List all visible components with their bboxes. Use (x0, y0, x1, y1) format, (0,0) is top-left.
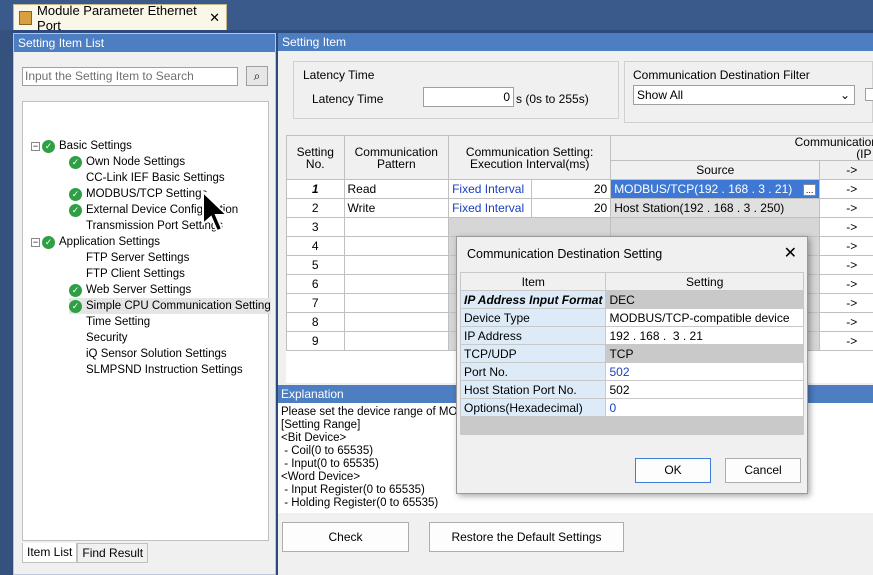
close-tab-icon[interactable]: ✕ (209, 10, 220, 26)
header-interval: Communication Setting: Execution Interva… (448, 135, 612, 180)
document-tab-title: Module Parameter Ethernet Port (37, 2, 197, 33)
chevron-down-icon: ⌄ (839, 88, 850, 102)
side-strip (0, 30, 12, 575)
check-icon: ✓ (42, 235, 55, 249)
header-pattern: Communication Pattern (343, 135, 450, 180)
setting-tree: − ✓ Basic Settings ✓ Own Node Settings CC-L… (22, 101, 271, 541)
browse-button[interactable]: ... (802, 184, 817, 196)
tab-find-result[interactable]: Find Result (77, 543, 149, 563)
filter-select[interactable]: Show All ⌄ (633, 85, 855, 105)
check-icon: ✓ (69, 283, 82, 297)
row-pattern[interactable]: Read (343, 179, 450, 199)
row-arrow: -> (819, 198, 873, 218)
header-item: Item (459, 272, 607, 291)
row-source[interactable]: Host Station(192 . 168 . 3 . 250) (610, 198, 821, 218)
value-port-no[interactable]: 502 (605, 362, 804, 381)
value-ip-format[interactable]: DEC (605, 290, 804, 309)
value-device-type[interactable]: MODBUS/TCP-compatible device (605, 308, 804, 327)
tree-item-time-setting[interactable]: Time Setting (86, 314, 150, 330)
document-tab[interactable]: Module Parameter Ethernet Port ✕ (13, 2, 227, 33)
item-options: Options(Hexadecimal) (459, 398, 607, 417)
row-ms[interactable]: 20 (530, 179, 612, 199)
filter-group-title: Communication Destination Filter (633, 68, 810, 82)
filter-checkbox[interactable] (865, 88, 873, 101)
value-options[interactable]: 0 (605, 398, 804, 417)
setting-item-list-title: Setting Item List (14, 34, 275, 52)
row-no: 1 (286, 179, 345, 199)
tree-item-application-settings[interactable]: − ✓ Application Settings (31, 234, 160, 250)
row-pattern[interactable]: Write (343, 198, 450, 218)
row-no: 3 (286, 217, 345, 237)
tree-item-ftp-client[interactable]: FTP Client Settings (86, 266, 185, 282)
tree-item-ftp-server[interactable]: FTP Server Settings (86, 250, 189, 266)
row-source[interactable]: MODBUS/TCP(192 . 168 . 3 . 21)... (610, 179, 821, 199)
tree-item-cclink[interactable]: CC-Link IEF Basic Settings (86, 170, 225, 186)
item-ip-format: IP Address Input Format (459, 290, 607, 309)
filter-select-value: Show All (637, 88, 684, 102)
row-no: 2 (286, 198, 345, 218)
item-tcp-udp: TCP/UDP (459, 344, 607, 363)
header-destination: Communication Destina (IP Address) (610, 135, 873, 161)
header-arrow: -> (819, 160, 873, 180)
check-icon: ✓ (69, 203, 82, 217)
value-ip-address[interactable]: 192 . 168 . 3 . 21 (605, 326, 804, 345)
latency-label: Latency Time (312, 92, 384, 106)
latency-unit: s (0s to 255s) (516, 92, 589, 106)
row-no: 7 (286, 293, 345, 313)
search-input[interactable]: Input the Setting Item to Search (22, 67, 238, 86)
setting-item-list-panel: Setting Item List Input the Setting Item… (13, 33, 276, 575)
tree-item-web-server[interactable]: ✓ Web Server Settings (69, 282, 191, 298)
filter-group: Communication Destination Filter Show Al… (624, 61, 873, 123)
item-host-port: Host Station Port No. (459, 380, 607, 399)
module-icon (19, 10, 33, 25)
restore-defaults-button[interactable]: Restore the Default Settings (429, 522, 624, 552)
collapse-icon[interactable]: − (31, 141, 40, 151)
collapse-icon[interactable]: − (31, 237, 40, 247)
latency-group-title: Latency Time (303, 68, 375, 82)
cancel-button[interactable]: Cancel (725, 458, 801, 483)
left-bottom-tabs: Item List Find Result (22, 543, 149, 565)
header-setting: Setting (605, 272, 804, 291)
mouse-cursor-icon (202, 190, 230, 233)
check-icon: ✓ (42, 139, 55, 153)
tree-item-iq-sensor[interactable]: iQ Sensor Solution Settings (86, 346, 227, 362)
check-icon: ✓ (69, 299, 82, 313)
latency-group: Latency Time Latency Time 0 s (0s to 255… (293, 61, 619, 119)
row-no: 8 (286, 312, 345, 332)
row-no: 6 (286, 274, 345, 294)
row-mode[interactable]: Fixed Interval (448, 179, 532, 199)
tree-item-slmpsnd[interactable]: SLMPSND Instruction Settings (86, 362, 243, 378)
check-icon: ✓ (69, 155, 82, 169)
header-setting-no: Setting No. (286, 135, 345, 180)
row-no: 5 (286, 255, 345, 275)
dialog-table-frame: Item Setting IP Address Input Format DEC… (459, 272, 804, 435)
dialog-close-icon[interactable]: ✕ (784, 243, 797, 263)
tab-item-list[interactable]: Item List (22, 543, 78, 563)
tree-item-modbus[interactable]: ✓ MODBUS/TCP Settings (69, 186, 207, 202)
communication-destination-dialog: Communication Destination Setting ✕ Item… (456, 236, 808, 494)
ok-button[interactable]: OK (635, 458, 711, 483)
row-ms[interactable]: 20 (530, 198, 612, 218)
tree-item-own-node[interactable]: ✓ Own Node Settings (69, 154, 185, 170)
row-no: 4 (286, 236, 345, 256)
item-port-no: Port No. (459, 362, 607, 381)
search-binoculars-button[interactable]: ⌕ (246, 66, 268, 86)
dialog-title: Communication Destination Setting (467, 247, 663, 261)
setting-item-title: Setting Item (278, 33, 873, 51)
row-mode[interactable]: Fixed Interval (448, 198, 532, 218)
check-icon: ✓ (69, 187, 82, 201)
row-arrow: -> (819, 179, 873, 199)
check-button[interactable]: Check (282, 522, 409, 552)
value-tcp-udp[interactable]: TCP (605, 344, 804, 363)
tree-item-basic-settings[interactable]: − ✓ Basic Settings (31, 138, 132, 154)
tree-item-security[interactable]: Security (86, 330, 128, 346)
row-no: 9 (286, 331, 345, 351)
item-device-type: Device Type (459, 308, 607, 327)
item-ip-address: IP Address (459, 326, 607, 345)
latency-input[interactable]: 0 (423, 87, 514, 107)
header-source: Source (610, 160, 821, 180)
value-host-port[interactable]: 502 (605, 380, 804, 399)
tree-item-simple-cpu[interactable]: ✓ Simple CPU Communication Setting (69, 298, 271, 314)
